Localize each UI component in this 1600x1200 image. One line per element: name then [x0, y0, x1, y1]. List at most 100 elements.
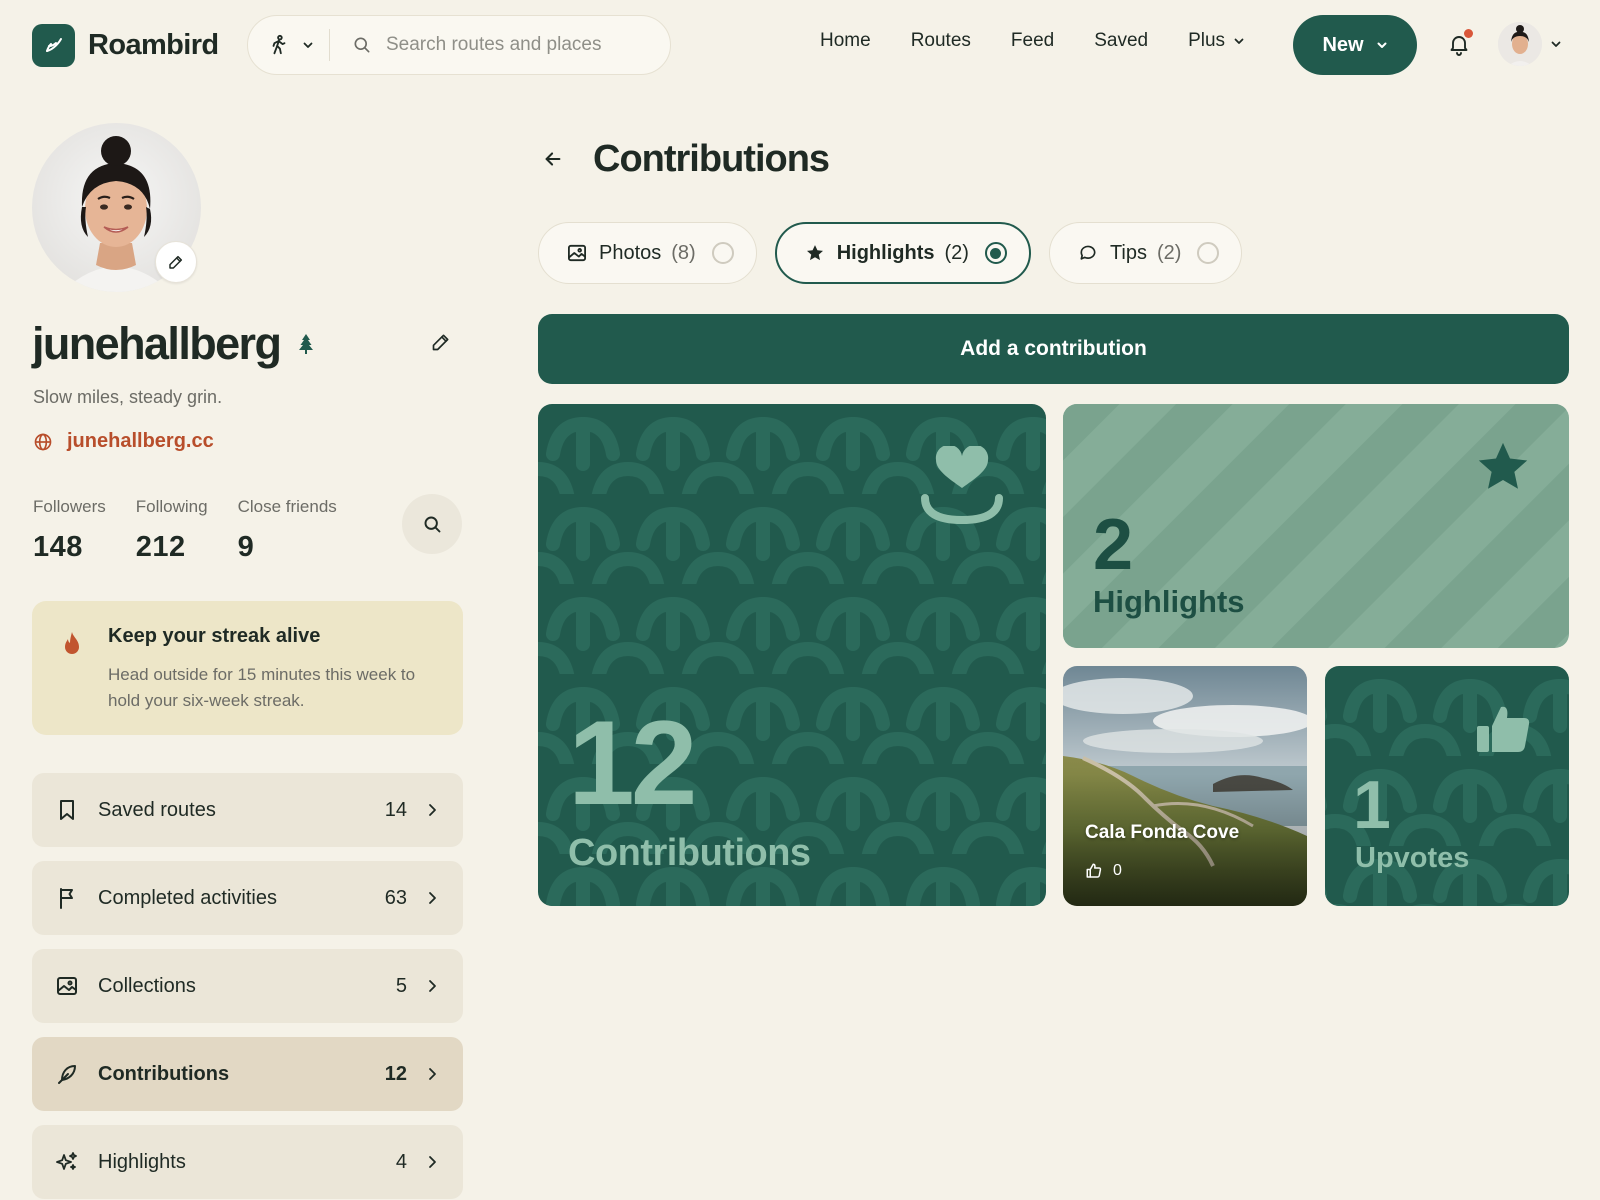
tab-radio-selected[interactable] [984, 242, 1007, 264]
menu-item-contributions[interactable]: Contributions 12 [32, 1037, 463, 1111]
tab-label: Highlights [836, 241, 935, 264]
upvotes-stat-tile[interactable]: 1 Upvotes [1325, 666, 1569, 906]
chevron-down-icon [1233, 35, 1245, 47]
menu-item-count: 12 [384, 1062, 407, 1085]
chevron-right-icon [427, 1155, 437, 1169]
chevron-down-icon [302, 39, 314, 51]
nav-routes[interactable]: Routes [911, 30, 971, 52]
stat-following[interactable]: Following 212 [136, 497, 208, 564]
upvotes-count: 1 [1353, 767, 1391, 843]
contribution-filter-tabs: Photos (8) Highlights (2) Tips (2) [538, 222, 1243, 284]
back-button[interactable] [542, 148, 564, 170]
stat-followers[interactable]: Followers 148 [33, 497, 106, 564]
nav-saved[interactable]: Saved [1094, 30, 1148, 52]
stat-value: 148 [33, 531, 83, 563]
globe-icon [33, 432, 53, 452]
profile-bio: Slow miles, steady grin. [33, 387, 223, 407]
menu-item-label: Contributions [98, 1062, 230, 1085]
chevron-down-icon[interactable] [1550, 38, 1562, 50]
chevron-down-icon [1376, 39, 1388, 51]
star-icon [1473, 438, 1533, 496]
brand-name: Roambird [88, 29, 219, 61]
menu-item-count: 14 [384, 798, 407, 821]
edit-profile-button[interactable] [431, 332, 451, 352]
thumbs-up-icon [1085, 862, 1103, 880]
image-icon [56, 975, 78, 997]
nav-feed[interactable]: Feed [1011, 30, 1054, 52]
menu-item-count: 4 [395, 1150, 407, 1173]
search-friends-button[interactable] [402, 494, 462, 554]
tab-count: (2) [1156, 241, 1182, 264]
tab-highlights[interactable]: Highlights (2) [774, 222, 1031, 284]
upvotes-label: Upvotes [1355, 842, 1470, 874]
stat-value: 9 [237, 531, 255, 563]
search-icon [422, 514, 443, 535]
highlights-count: 2 [1093, 505, 1133, 585]
tab-tips[interactable]: Tips (2) [1048, 222, 1243, 284]
photo-title: Cala Fonda Cove [1085, 822, 1240, 843]
bookmark-icon [56, 799, 78, 821]
pencil-icon [431, 332, 451, 352]
tab-count: (2) [944, 241, 969, 264]
page-title: Contributions [593, 138, 830, 180]
streak-description: Head outside for 15 minutes this week to… [108, 665, 416, 710]
highlights-label: Highlights [1093, 584, 1245, 619]
tab-radio[interactable] [1197, 242, 1220, 264]
tab-count: (8) [671, 241, 696, 264]
stat-value: 212 [135, 531, 186, 563]
user-avatar[interactable] [1498, 22, 1542, 66]
username-row: junehallberg [32, 318, 314, 370]
notifications-button[interactable] [1447, 29, 1473, 58]
search-field [330, 34, 670, 56]
sparkle-icon [56, 1151, 78, 1173]
contributions-stat-tile[interactable]: 12 Contributions [538, 404, 1046, 906]
pencil-icon [168, 254, 184, 270]
menu-item-label: Highlights [98, 1150, 186, 1173]
flag-icon [56, 887, 78, 909]
menu-item-saved-routes[interactable]: Saved routes 14 [32, 773, 463, 847]
menu-item-label: Collections [98, 974, 196, 997]
tab-radio[interactable] [711, 242, 734, 264]
stat-close-friends[interactable]: Close friends 9 [238, 497, 337, 564]
menu-item-completed-activities[interactable]: Completed activities 63 [32, 861, 463, 935]
edit-avatar-button[interactable] [155, 241, 197, 283]
menu-item-count: 63 [384, 886, 407, 909]
top-navigation-bar: Roambird Home Rout [0, 0, 1600, 90]
like-count: 0 [1113, 862, 1122, 879]
profile-stats: Followers 148 Following 212 Close friend… [33, 497, 337, 564]
menu-item-count: 5 [395, 974, 407, 997]
photo-likes[interactable]: 0 [1085, 862, 1122, 880]
tree-icon [298, 333, 314, 355]
stat-label: Close friends [237, 497, 337, 516]
chevron-right-icon [427, 979, 437, 993]
tab-label: Photos [599, 241, 662, 264]
brand-logo[interactable]: Roambird [32, 24, 219, 67]
notification-dot [1464, 29, 1473, 38]
stat-label: Following [135, 497, 208, 516]
new-button-label: New [1322, 33, 1364, 56]
star-icon [805, 243, 825, 263]
highlights-stat-tile[interactable]: 2 Highlights [1063, 404, 1569, 648]
heart-hand-icon [920, 446, 1004, 528]
new-button[interactable]: New [1293, 15, 1417, 75]
profile-website-link[interactable]: junehallberg.cc [33, 430, 214, 453]
profile-menu: Saved routes 14 Completed activities 63 … [32, 773, 463, 1200]
add-contribution-button[interactable]: Add a contribution [538, 314, 1569, 384]
tab-label: Tips [1109, 241, 1147, 264]
nav-plus-label: Plus [1188, 30, 1226, 51]
hiker-icon [268, 34, 290, 56]
menu-item-collections[interactable]: Collections 5 [32, 949, 463, 1023]
tab-photos[interactable]: Photos (8) [538, 222, 757, 284]
photo-contribution-card[interactable]: Cala Fonda Cove 0 [1063, 666, 1307, 906]
menu-item-highlights[interactable]: Highlights 4 [32, 1125, 463, 1199]
image-icon [567, 244, 587, 262]
nav-plus[interactable]: Plus [1188, 30, 1245, 52]
activity-type-select[interactable] [248, 29, 330, 61]
website-url: junehallberg.cc [67, 430, 214, 452]
contributions-label: Contributions [568, 832, 811, 874]
search-bar [247, 15, 671, 75]
search-input[interactable] [386, 34, 646, 56]
roambird-logo-icon [32, 24, 75, 67]
feather-icon [56, 1063, 78, 1085]
nav-home[interactable]: Home [820, 30, 871, 52]
